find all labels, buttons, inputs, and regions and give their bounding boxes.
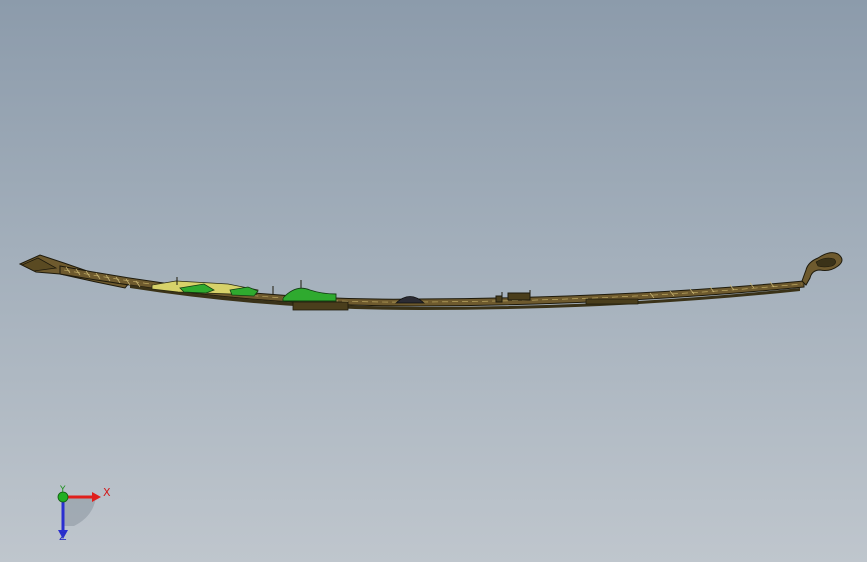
right-end-hook [801, 252, 843, 286]
graphics-viewport[interactable]: X Y Z [0, 0, 867, 562]
lower-block-right [585, 298, 639, 305]
x-axis-label: X [103, 486, 111, 499]
y-axis-label: Y [60, 485, 66, 495]
green-bump [282, 287, 337, 302]
3d-model-part[interactable] [0, 0, 867, 562]
right-fixtures [495, 290, 531, 303]
x-axis-arrow [92, 492, 101, 502]
dark-dome [394, 296, 426, 304]
z-axis-label: Z [59, 530, 67, 543]
triad-shadow [64, 496, 96, 526]
lower-block [292, 301, 349, 311]
